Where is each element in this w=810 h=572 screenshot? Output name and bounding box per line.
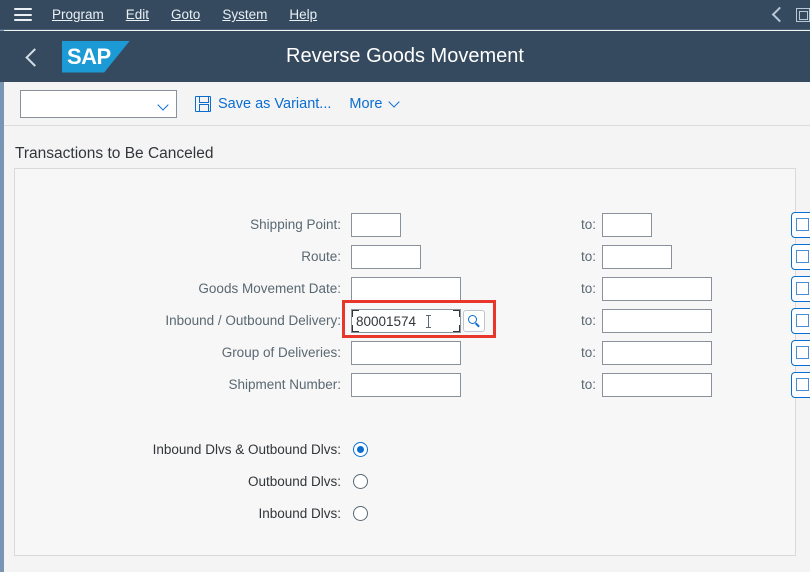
text-cursor	[426, 315, 431, 328]
field-input-shipping-point-text[interactable]	[352, 214, 400, 236]
field-input-to-group-of-deliveries[interactable]	[602, 341, 712, 365]
multiple-selection-button-inbound-outbound-delivery[interactable]	[791, 308, 810, 334]
menu-item-goto[interactable]: Goto	[171, 7, 200, 22]
floppy-disk-icon	[195, 95, 211, 112]
field-input-to-goods-movement-date[interactable]	[602, 277, 712, 301]
radio-button-inbound-dlvs[interactable]	[353, 506, 368, 521]
field-input-inbound-outbound-delivery-text[interactable]	[352, 310, 460, 332]
radio-label-text: Inbound Dlvs & Outbound Dlvs:	[152, 442, 341, 457]
menu-item-system-label: System	[222, 7, 268, 22]
field-input-route[interactable]	[351, 245, 421, 269]
multiple-selection-button-group-of-deliveries[interactable]	[791, 340, 810, 366]
back-arrow-icon[interactable]	[18, 42, 48, 72]
field-label-text: Shipment Number:	[228, 377, 341, 392]
field-input-to-route[interactable]	[602, 245, 672, 269]
field-input-shipping-point[interactable]	[351, 213, 401, 237]
field-input-to-inbound-outbound-delivery-text[interactable]	[603, 310, 711, 332]
to-label-goods-movement-date: to:	[580, 281, 596, 296]
more-label: More	[349, 95, 383, 112]
field-label-text: Route:	[301, 249, 341, 264]
multiple-selection-button-goods-movement-date[interactable]	[791, 276, 810, 302]
field-label-text: Group of Deliveries:	[221, 345, 341, 360]
field-label-text: Shipping Point:	[250, 217, 341, 232]
sap-gui-screen: Program Edit Goto System Help SAP Revers…	[0, 0, 810, 572]
shell-header: SAP Reverse Goods Movement	[0, 31, 810, 82]
field-label-route: Route:	[0, 244, 341, 270]
field-input-to-shipping-point[interactable]	[602, 213, 652, 237]
menu-item-program-label: Program	[52, 7, 104, 22]
more-button[interactable]: More	[349, 90, 401, 118]
field-input-inbound-outbound-delivery[interactable]	[351, 309, 461, 333]
field-input-to-group-of-deliveries-text[interactable]	[603, 342, 711, 364]
field-input-to-shipment-number-text[interactable]	[603, 374, 711, 396]
sap-logo-text: SAP	[67, 43, 111, 69]
field-label-text: Inbound / Outbound Delivery:	[165, 313, 341, 328]
menu-item-edit-label: Edit	[125, 7, 150, 22]
window-icon[interactable]	[796, 8, 810, 22]
multiple-selection-button-shipping-point[interactable]	[791, 212, 810, 238]
chevron-down-icon	[388, 95, 401, 108]
menu-bar-right-actions	[768, 0, 810, 30]
to-label-shipment-number: to:	[580, 377, 596, 392]
field-input-group-of-deliveries[interactable]	[351, 341, 461, 365]
radio-label-outbound-dlvs[interactable]: Outbound Dlvs:	[0, 469, 341, 495]
radio-label-inbound-dlvs[interactable]: Inbound Dlvs:	[0, 501, 341, 527]
to-label-inbound-outbound-delivery: to:	[580, 313, 596, 328]
field-input-goods-movement-date[interactable]	[351, 277, 461, 301]
hamburger-menu-icon[interactable]	[14, 8, 32, 21]
field-input-to-shipment-number[interactable]	[602, 373, 712, 397]
field-input-route-text[interactable]	[352, 246, 420, 268]
multiple-selection-button-route[interactable]	[791, 244, 810, 270]
search-help-icon[interactable]	[463, 310, 485, 332]
radio-label-inbound-dlvs-outbound-dlvs[interactable]: Inbound Dlvs & Outbound Dlvs:	[0, 437, 341, 463]
to-label-group-of-deliveries: to:	[580, 345, 596, 360]
magnifier-glyph	[468, 315, 477, 324]
field-input-to-inbound-outbound-delivery[interactable]	[602, 309, 712, 333]
to-label-shipping-point: to:	[580, 217, 596, 232]
menu-item-help[interactable]: Help	[289, 7, 317, 22]
field-input-shipment-number-text[interactable]	[352, 374, 460, 396]
application-toolbar: Save as Variant... More	[4, 82, 810, 126]
field-label-inbound-outbound-delivery: Inbound / Outbound Delivery:	[0, 308, 341, 334]
field-input-group-of-deliveries-text[interactable]	[352, 342, 460, 364]
menu-item-help-label: Help	[289, 7, 318, 22]
sap-logo: SAP	[62, 40, 130, 73]
field-input-to-goods-movement-date-text[interactable]	[603, 278, 711, 300]
field-input-to-route-text[interactable]	[603, 246, 671, 268]
chevron-left-icon[interactable]	[768, 0, 788, 30]
multiple-selection-button-shipment-number[interactable]	[791, 372, 810, 398]
field-input-goods-movement-date-text[interactable]	[352, 278, 460, 300]
menu-item-goto-label: Goto	[171, 7, 201, 22]
menu-bar: Program Edit Goto System Help	[0, 0, 810, 30]
section-title: Transactions to Be Canceled	[15, 145, 214, 162]
save-as-variant-label: Save as Variant...	[218, 95, 332, 112]
radio-label-text: Outbound Dlvs:	[247, 474, 341, 489]
field-label-goods-movement-date: Goods Movement Date:	[0, 276, 341, 302]
menu-item-system[interactable]: System	[222, 7, 267, 22]
field-label-group-of-deliveries: Group of Deliveries:	[0, 340, 341, 366]
field-input-to-shipping-point-text[interactable]	[603, 214, 651, 236]
field-label-text: Goods Movement Date:	[198, 281, 341, 296]
field-input-shipment-number[interactable]	[351, 373, 461, 397]
variant-select[interactable]	[20, 89, 177, 118]
menu-item-program[interactable]: Program	[52, 7, 104, 22]
field-label-shipping-point: Shipping Point:	[0, 212, 341, 238]
field-label-shipment-number: Shipment Number:	[0, 372, 341, 398]
radio-button-inbound-dlvs-outbound-dlvs[interactable]	[353, 442, 368, 457]
radio-label-text: Inbound Dlvs:	[258, 506, 341, 521]
save-as-variant-button[interactable]: Save as Variant...	[195, 90, 331, 118]
to-label-route: to:	[580, 249, 596, 264]
menu-item-edit[interactable]: Edit	[126, 7, 149, 22]
chevron-down-icon	[157, 98, 169, 111]
radio-button-outbound-dlvs[interactable]	[353, 474, 368, 489]
